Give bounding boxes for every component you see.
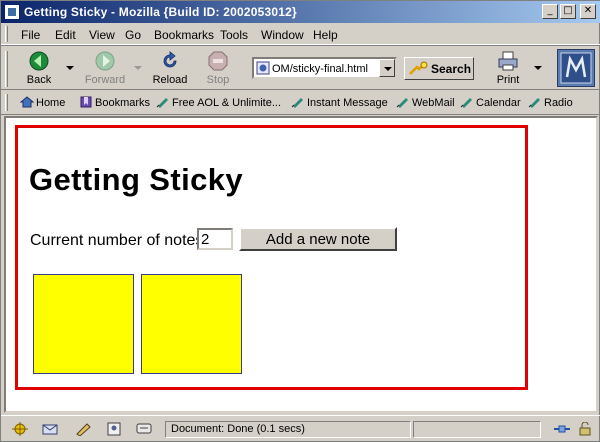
search-button[interactable]: Search: [404, 57, 474, 80]
search-icon: [409, 61, 428, 75]
browser-window: Getting Sticky - Mozilla {Build ID: 2002…: [0, 0, 600, 442]
home-icon: [20, 96, 34, 108]
bookmark-webmail[interactable]: WebMail: [396, 96, 455, 109]
menu-edit[interactable]: Edit: [55, 28, 76, 42]
status-text: Document: Done (0.1 secs): [165, 421, 411, 438]
back-dropdown-icon[interactable]: [66, 66, 74, 70]
composer-icon[interactable]: [75, 422, 93, 436]
toolbar-grip[interactable]: [5, 26, 8, 42]
status-bar: Document: Done (0.1 secs): [1, 415, 600, 441]
bookmark-aol[interactable]: Free AOL & Unlimite...: [156, 96, 281, 109]
bookmark-calendar[interactable]: Calendar: [460, 96, 521, 109]
url-dropdown-button[interactable]: [379, 59, 395, 77]
bookmark-label: Radio: [544, 97, 573, 109]
note-count-label: Current number of notes: [30, 232, 204, 249]
app-icon: [4, 4, 20, 20]
back-icon: [29, 51, 49, 71]
status-progress-panel: [413, 421, 541, 438]
stop-label: Stop: [206, 74, 230, 86]
add-note-button[interactable]: Add a new note: [239, 227, 397, 251]
bookmark-label: WebMail: [412, 97, 455, 109]
link-icon: [396, 98, 408, 108]
url-bar[interactable]: [252, 57, 397, 79]
print-icon: [498, 51, 518, 71]
menu-view[interactable]: View: [89, 28, 115, 42]
security-lock-icon[interactable]: [577, 422, 595, 436]
bookmarks-icon: [80, 96, 92, 108]
bookmarks-menu[interactable]: Bookmarks: [79, 96, 150, 109]
logo-icon: [560, 52, 592, 84]
note-count-input[interactable]: [197, 228, 233, 250]
bookmark-radio[interactable]: Radio: [528, 96, 573, 109]
navigation-toolbar: Back Forward Reload Stop OM/sticky-final…: [1, 45, 600, 90]
home-link[interactable]: Home: [20, 96, 65, 109]
stop-button[interactable]: Stop: [196, 48, 240, 88]
bookmark-instant-message[interactable]: Instant Message: [291, 96, 388, 109]
menu-file[interactable]: File: [21, 28, 40, 42]
window-title: Getting Sticky - Mozilla {Build ID: 2002…: [24, 5, 297, 19]
maximize-button[interactable]: □: [560, 4, 576, 19]
title-bar: Getting Sticky - Mozilla {Build ID: 2002…: [1, 1, 600, 23]
toolbar-grip[interactable]: [5, 51, 8, 87]
bookmark-label: Calendar: [476, 97, 521, 109]
menu-go[interactable]: Go: [125, 28, 141, 42]
navigator-icon[interactable]: [11, 422, 29, 436]
mail-icon[interactable]: [41, 422, 59, 436]
forward-label: Forward: [84, 74, 126, 86]
reload-icon: [163, 51, 177, 68]
menu-window[interactable]: Window: [261, 28, 304, 42]
forward-icon: [95, 51, 115, 71]
personal-toolbar: Home Bookmarks Free AOL & Unlimite... In…: [1, 91, 600, 115]
stop-icon: [208, 51, 228, 71]
menu-bar: File Edit View Go Bookmarks Tools Window…: [1, 23, 600, 45]
link-icon: [156, 98, 168, 108]
back-button[interactable]: Back: [16, 48, 62, 88]
forward-dropdown-icon[interactable]: [134, 66, 142, 70]
im-icon[interactable]: [135, 422, 153, 436]
bookmark-label: Instant Message: [307, 97, 388, 109]
page-viewport[interactable]: Getting Sticky Current number of notes A…: [4, 116, 598, 413]
search-label: Search: [431, 62, 472, 76]
menu-bookmarks[interactable]: Bookmarks: [154, 28, 214, 42]
print-button[interactable]: Print: [485, 48, 531, 88]
link-icon: [291, 98, 303, 108]
sticky-container: Getting Sticky Current number of notes A…: [15, 125, 528, 390]
forward-button[interactable]: Forward: [80, 48, 130, 88]
minimize-button[interactable]: _: [542, 4, 558, 19]
print-dropdown-icon[interactable]: [534, 66, 542, 70]
back-label: Back: [26, 74, 52, 86]
print-label: Print: [496, 74, 520, 86]
bookmark-label: Free AOL & Unlimite...: [172, 97, 282, 109]
close-button[interactable]: ✕: [580, 4, 596, 19]
toolbar-grip[interactable]: [5, 94, 8, 111]
page-icon: [256, 61, 270, 75]
link-icon: [528, 98, 540, 108]
address-book-icon[interactable]: [105, 422, 123, 436]
bookmarks-label: Bookmarks: [95, 97, 151, 109]
link-icon: [460, 98, 472, 108]
reload-label: Reload: [152, 74, 188, 86]
sticky-note[interactable]: [33, 274, 134, 374]
menu-help[interactable]: Help: [313, 28, 338, 42]
url-input[interactable]: [272, 61, 378, 76]
connection-icon[interactable]: [553, 422, 571, 436]
mozilla-logo[interactable]: [557, 49, 595, 87]
menu-tools[interactable]: Tools: [220, 28, 248, 42]
page-title: Getting Sticky: [29, 162, 244, 197]
home-label: Home: [36, 97, 66, 109]
sticky-note[interactable]: [141, 274, 242, 374]
reload-button[interactable]: Reload: [147, 48, 193, 88]
